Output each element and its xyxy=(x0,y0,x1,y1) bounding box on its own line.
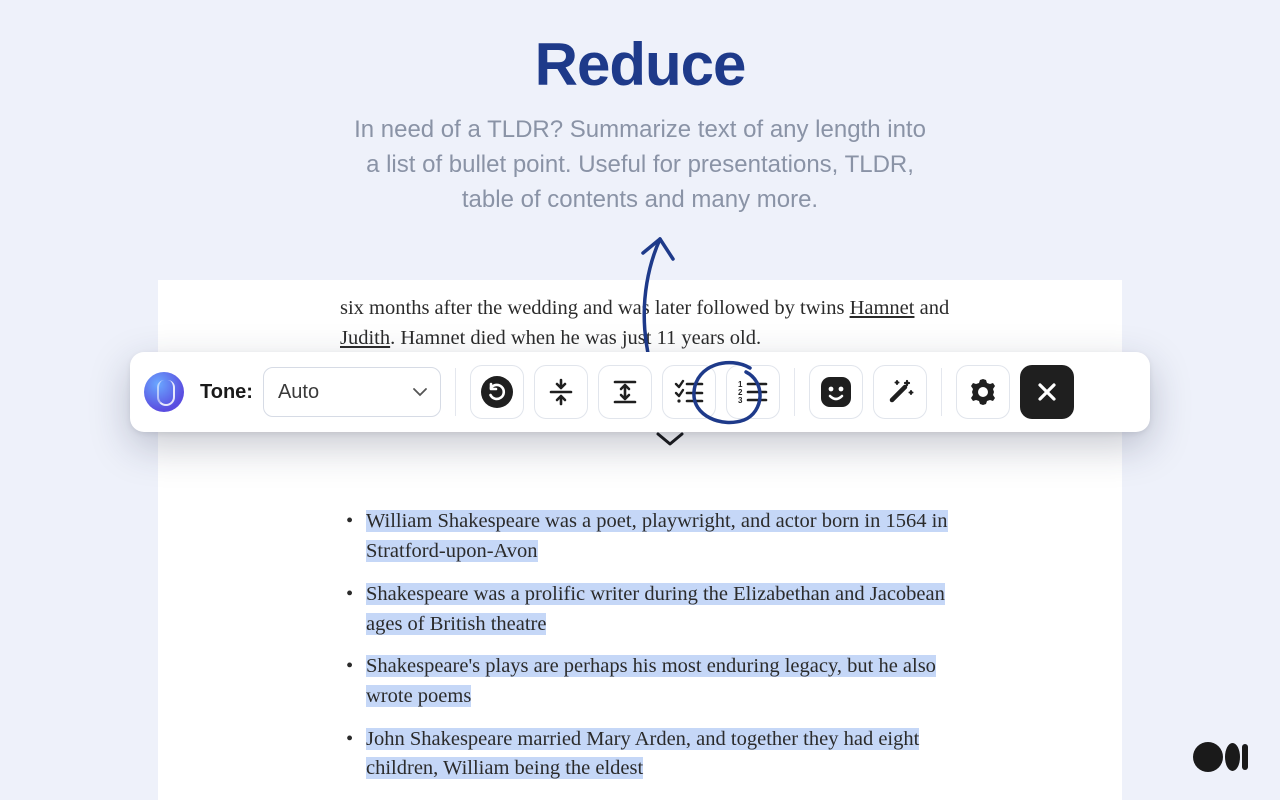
page-subtitle: In need of a TLDR? Summarize text of any… xyxy=(345,113,935,217)
close-button[interactable] xyxy=(1020,365,1074,419)
shorten-button[interactable] xyxy=(534,365,588,419)
separator xyxy=(941,368,942,416)
brand-logo-icon xyxy=(144,372,184,412)
hero-section: Reduce In need of a TLDR? Summarize text… xyxy=(0,0,1280,217)
separator xyxy=(455,368,456,416)
emoji-button[interactable] xyxy=(809,365,863,419)
checklist-icon xyxy=(674,379,704,405)
regenerate-button[interactable] xyxy=(470,365,524,419)
list-item: Shakespeare was a prolific writer during… xyxy=(340,580,952,639)
smile-icon xyxy=(819,375,853,409)
link-hamnet[interactable]: Hamnet xyxy=(850,297,915,319)
list-item: William Shakespeare was a poet, playwrig… xyxy=(340,507,952,566)
reduce-button[interactable] xyxy=(662,365,716,419)
tone-label: Tone: xyxy=(200,381,253,404)
expand-button[interactable] xyxy=(598,365,652,419)
magic-wand-icon xyxy=(885,377,915,407)
numbered-list-icon: 1 2 3 xyxy=(738,379,768,405)
refresh-icon xyxy=(480,375,514,409)
magic-button[interactable] xyxy=(873,365,927,419)
expand-vertical-icon xyxy=(611,378,639,406)
separator xyxy=(794,368,795,416)
svg-text:3: 3 xyxy=(738,396,743,405)
gear-icon xyxy=(967,376,999,408)
document-intro: six months after the wedding and was lat… xyxy=(340,294,952,353)
close-icon xyxy=(1036,381,1058,403)
intro-text: six months after the wedding and was lat… xyxy=(340,297,850,319)
intro-mid: and xyxy=(914,297,949,319)
tone-value: Auto xyxy=(278,381,319,404)
summary-bullet-list: William Shakespeare was a poet, playwrig… xyxy=(340,507,952,800)
list-item: John Shakespeare married Mary Arden, and… xyxy=(340,725,952,784)
medium-logo-icon xyxy=(1193,742,1248,772)
link-judith[interactable]: Judith xyxy=(340,327,390,349)
compress-vertical-icon xyxy=(547,378,575,406)
numbered-list-button[interactable]: 1 2 3 xyxy=(726,365,780,419)
chevron-down-icon xyxy=(412,387,428,397)
list-item: Shakespeare's plays are perhaps his most… xyxy=(340,652,952,711)
toolbar-caret-icon xyxy=(656,432,684,446)
tone-select[interactable]: Auto xyxy=(263,367,441,417)
floating-toolbar: Tone: Auto xyxy=(130,352,1150,432)
settings-button[interactable] xyxy=(956,365,1010,419)
intro-suffix: . Hamnet died when he was just 11 years … xyxy=(390,327,761,349)
page-title: Reduce xyxy=(0,30,1280,99)
